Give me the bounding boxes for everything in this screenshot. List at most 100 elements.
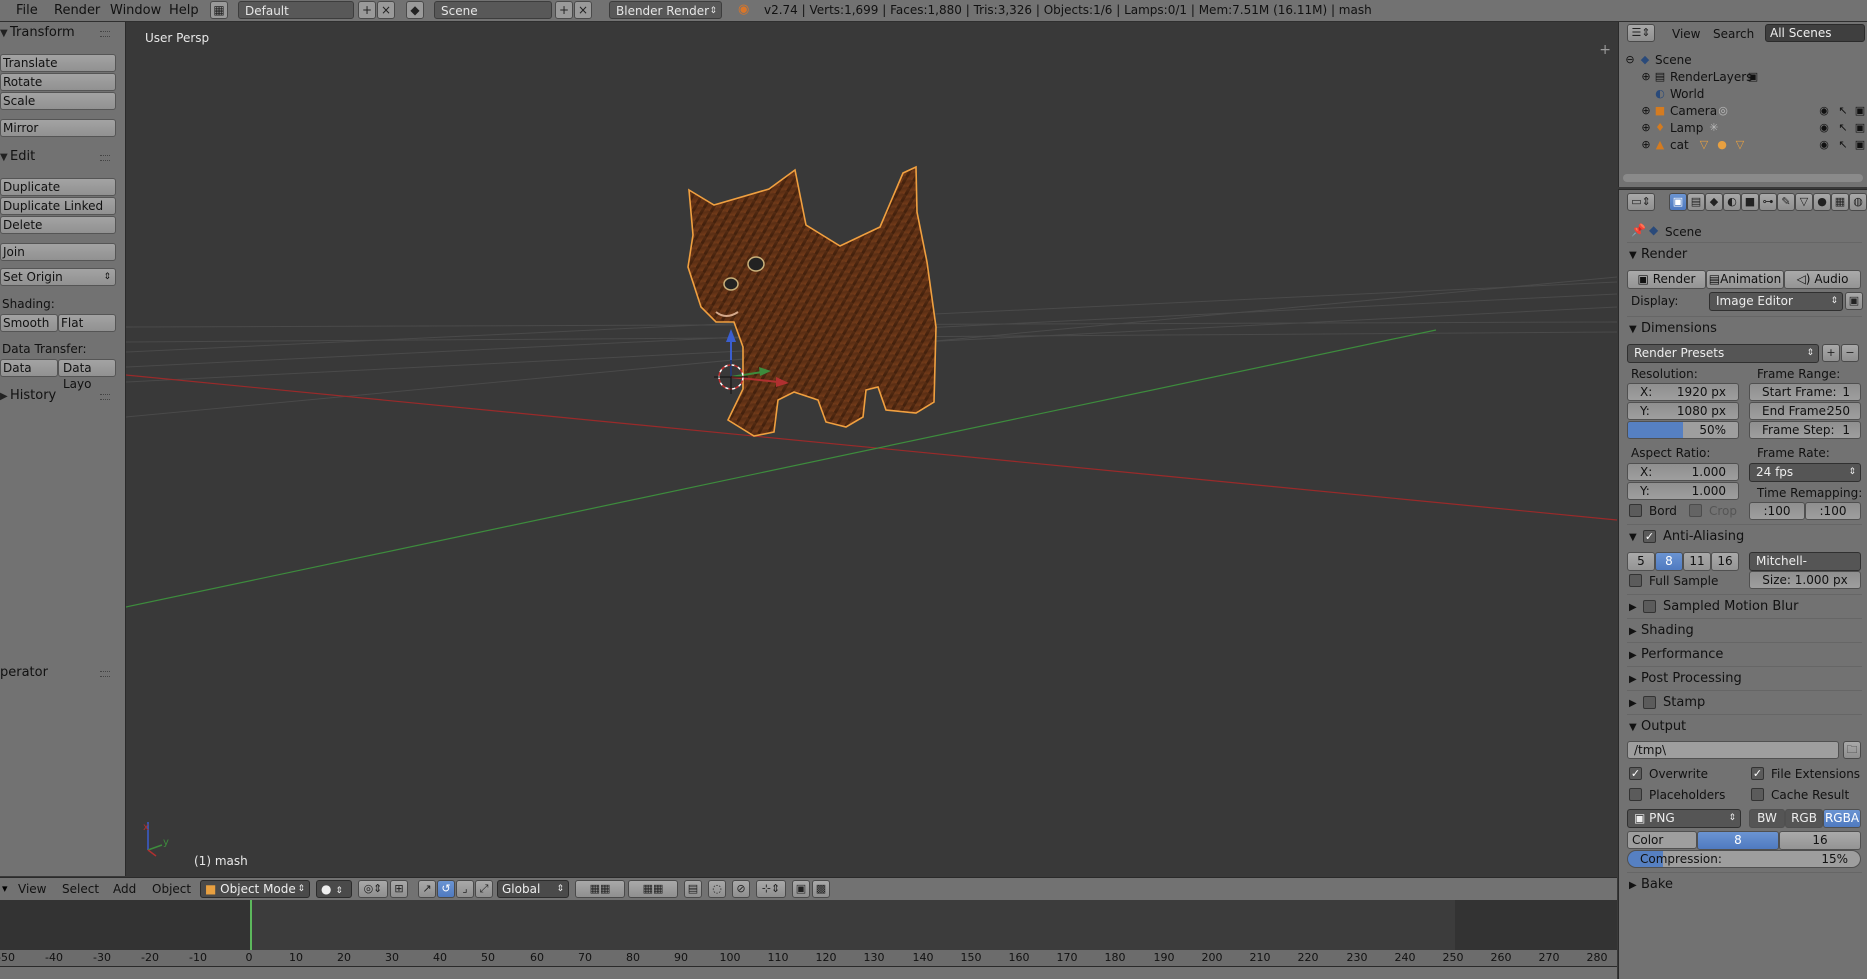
renderable-camera-icon[interactable]: ▣ [1853,138,1867,152]
frame-step-field[interactable]: Frame Step: 1 [1749,421,1861,439]
file-format-select[interactable]: ▣ PNG ⇕ [1627,809,1741,828]
physics-tab-icon[interactable]: ◍ [1849,193,1867,211]
color-bw-button[interactable]: BW [1749,809,1785,828]
display-mode-select[interactable]: All Scenes [1765,24,1865,42]
render-tab-icon[interactable]: ▣ [1669,193,1687,211]
resolution-x-field[interactable]: X: 1920 px [1627,383,1739,401]
outliner-row-cat[interactable]: ⊕ ▲ cat ▽ ● ▽ ◉ ↖ ▣ [1619,135,1867,155]
constraints-tab-icon[interactable]: ⊶ [1759,193,1777,211]
screen-layout-field[interactable]: Default [238,1,354,19]
manipulator-extra-icon[interactable]: ⤢ [475,880,493,898]
translate-manipulator-icon[interactable]: ↗ [418,880,436,898]
texture-tab-icon[interactable]: ▦ [1831,193,1849,211]
bake-panel-header[interactable]: ▶ Bake [1629,874,1861,896]
remap-old-field[interactable]: :100 [1749,502,1805,520]
layer-buttons-icon[interactable]: ▦▦ [575,880,625,898]
display-select[interactable]: Image Editor ⇕ [1709,292,1843,311]
lock-interface-icon[interactable]: ▣ [1845,292,1863,310]
menu-render[interactable]: Render [54,3,100,18]
frame-rate-select[interactable]: 24 fps ⇕ [1749,463,1861,482]
selectable-cursor-icon[interactable]: ↖ [1836,121,1850,135]
aa-samples-16-button[interactable]: 16 [1711,552,1739,571]
post-processing-panel-header[interactable]: ▶ Post Processing [1629,668,1861,690]
output-path-input[interactable]: /tmp\ [1627,741,1839,759]
layer-buttons-2-icon[interactable]: ▦▦ [628,880,678,898]
panel-grip-icon[interactable] [100,31,110,37]
placeholders-checkbox[interactable] [1629,788,1642,801]
scale-manipulator-icon[interactable]: ⌟ [456,880,474,898]
rotate-manipulator-icon[interactable]: ↺ [437,880,455,898]
delete-scene-icon[interactable]: × [574,1,592,19]
material-tab-icon[interactable]: ● [1813,193,1831,211]
delete-button[interactable]: Delete [0,216,116,234]
resolution-y-field[interactable]: Y: 1080 px [1627,402,1739,420]
remove-preset-icon[interactable]: − [1841,344,1859,362]
color-rgba-button[interactable]: RGBA [1823,809,1861,828]
motion-blur-panel-header[interactable]: ▶ Sampled Motion Blur [1629,596,1861,618]
visibility-eye-icon[interactable]: ◉ [1817,121,1831,135]
crop-checkbox[interactable] [1689,504,1702,517]
outliner-scrollbar[interactable] [1623,174,1863,182]
renderable-camera-icon[interactable]: ▣ [1853,121,1867,135]
audio-button[interactable]: ◁) Audio [1784,270,1861,289]
folder-icon[interactable]: 🗀 [1843,741,1861,759]
selectable-cursor-icon[interactable]: ↖ [1836,104,1850,118]
panel-grip-icon[interactable] [100,155,110,161]
anti-aliasing-panel-header[interactable]: ▼ ✓ Anti-Aliasing [1629,526,1861,548]
proportional-edit-icon[interactable]: ◌ [708,880,726,898]
aspect-x-field[interactable]: X: 1.000 [1627,463,1739,481]
menu-help[interactable]: Help [169,3,199,18]
selectable-cursor-icon[interactable]: ↖ [1836,138,1850,152]
aa-samples-5-button[interactable]: 5 [1627,552,1655,571]
color-depth-16-button[interactable]: 16 [1779,831,1861,850]
panel-grip-icon[interactable] [100,671,110,677]
file-extensions-checkbox[interactable]: ✓ [1751,767,1764,780]
frame-ruler[interactable]: -50 -40 -30 -20 -10 0 10 20 30 40 50 60 … [0,950,1617,966]
outliner-menu-view[interactable]: View [1672,27,1700,41]
smooth-button[interactable]: Smooth [0,314,58,332]
stamp-panel-header[interactable]: ▶ Stamp [1629,692,1861,714]
object-tab-icon[interactable]: ■ [1741,193,1759,211]
output-panel-header[interactable]: ▼ Output [1629,716,1861,738]
scene-icon[interactable]: ◆ [406,1,424,19]
aa-samples-11-button[interactable]: 11 [1683,552,1711,571]
flat-button[interactable]: Flat [58,314,116,332]
menu-object[interactable]: Object [152,882,191,896]
timeline-editor[interactable]: -50 -40 -30 -20 -10 0 10 20 30 40 50 60 … [0,900,1617,979]
aa-filter-size-field[interactable]: Size: 1.000 px [1749,571,1861,589]
transform-orientation-select[interactable]: Global ⇕ [497,880,569,898]
transform-panel-header[interactable]: ▼ Transform [0,22,118,44]
motion-blur-checkbox[interactable] [1643,600,1656,613]
scene-field[interactable]: Scene [434,1,552,19]
cat-object[interactable] [687,165,937,437]
add-layout-icon[interactable]: + [358,1,376,19]
editor-type-icon[interactable]: ▾ [2,882,8,895]
performance-panel-header[interactable]: ▶ Performance [1629,644,1861,666]
resolution-percentage-slider[interactable]: 50% [1627,421,1739,439]
history-panel-header[interactable]: ▶ History [0,385,118,407]
aa-samples-8-button[interactable]: 8 [1655,552,1683,571]
join-button[interactable]: Join [0,243,116,261]
manipulator-toggle-icon[interactable]: ⊞ [390,880,408,898]
editor-type-icon[interactable]: ▭⇕ [1627,193,1655,211]
modifiers-tab-icon[interactable]: ✎ [1777,193,1795,211]
opengl-animation-icon[interactable]: ▩ [812,880,830,898]
color-depth-8-button[interactable]: 8 [1697,831,1779,850]
anti-aliasing-checkbox[interactable]: ✓ [1643,530,1656,543]
start-frame-field[interactable]: Start Frame: 1 [1749,383,1861,401]
expand-icon[interactable]: ⊕ [1639,70,1653,84]
data-transfer-button[interactable]: Data [0,359,58,377]
snap-element-icon[interactable]: ⊹⇕ [756,880,786,898]
mode-select[interactable]: ■ Object Mode ⇕ [200,880,310,898]
menu-window[interactable]: Window [110,3,161,18]
expand-icon[interactable]: ⊕ [1639,138,1653,152]
aa-filter-select[interactable]: Mitchell-Netravali ⇕ [1749,552,1861,585]
render-panel-header[interactable]: ▼ Render [1629,244,1861,266]
pin-icon[interactable]: 📌 [1631,223,1646,237]
shading-panel-header[interactable]: ▶ Shading [1629,620,1861,642]
dimensions-panel-header[interactable]: ▼ Dimensions [1629,318,1861,340]
screen-layout-icon[interactable]: ▦ [210,1,228,19]
outliner-menu-search[interactable]: Search [1713,27,1754,41]
menu-select[interactable]: Select [62,882,99,896]
expand-icon[interactable]: ⊕ [1639,121,1653,135]
